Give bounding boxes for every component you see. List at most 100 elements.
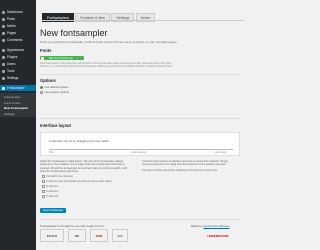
sidebar-item-label: Fontsampler <box>7 86 25 90</box>
layout-preview-text: Customize the UI by dragging the input f… <box>49 139 110 143</box>
footer-credit: Made by Underscore Bureau <box>191 224 229 228</box>
admin-sidebar: Dashboard Posts Media Pages Comments App… <box>0 0 36 250</box>
font-select-label: Mercury Text Roman <box>49 56 73 60</box>
help-line: move any element in the drag and drop st… <box>142 163 227 167</box>
comments-icon <box>2 38 5 42</box>
checkbox-label: 2 columns (the input fields are placed n… <box>46 180 112 183</box>
sidebar-item-comments[interactable]: Comments <box>0 37 36 43</box>
radio-default-options[interactable]: Use default options <box>40 85 68 89</box>
footer-support-text: Fontsampler is brought to you with suppo… <box>40 224 105 228</box>
slider-track[interactable] <box>49 149 233 150</box>
tab-notes[interactable]: Notes <box>135 13 156 22</box>
sidebar-item-label: Dashboard <box>7 10 23 14</box>
layout-option[interactable]: 4 columns <box>42 190 58 193</box>
sidebar-item-posts[interactable]: Posts <box>0 16 36 22</box>
sidebar-item-label: Posts <box>7 17 15 21</box>
tab-bar: Fontsamplers Fontsets & files Settings N… <box>42 13 157 22</box>
posts-icon <box>2 17 5 21</box>
tab-divider <box>42 20 244 21</box>
sidebar-item-pages[interactable]: Pages <box>0 30 36 36</box>
sidebar-item-label: Users <box>7 62 16 66</box>
sponsor-logo[interactable]: RK <box>68 229 86 242</box>
submenu-item-settings[interactable]: Settings <box>4 112 15 116</box>
sidebar-item-label: Pages <box>7 31 17 35</box>
checkbox[interactable] <box>42 195 45 198</box>
layout-option[interactable]: Full width (no columns) <box>42 175 73 178</box>
slider-label-size: Size <box>49 151 54 154</box>
sidebar-item-tools[interactable]: Tools <box>0 68 36 74</box>
radio-button[interactable] <box>40 90 43 94</box>
radio-button[interactable] <box>40 85 43 89</box>
logo-text: xxx <box>117 233 123 238</box>
radio-custom-options[interactable]: Use custom options <box>40 90 69 94</box>
plugins-icon <box>2 55 5 59</box>
logo-text: OCN <box>95 233 103 238</box>
dashboard-icon <box>2 10 5 14</box>
pages-icon <box>2 31 5 35</box>
logo-text: PAULO <box>46 233 58 238</box>
sidebar-item-plugins[interactable]: Plugins <box>0 54 36 60</box>
sponsor-logo[interactable]: xxx <box>112 229 128 242</box>
sidebar-item-media[interactable]: Media <box>0 23 36 29</box>
appearance-icon <box>2 48 5 52</box>
main-content: Fontsamplers Fontsets & files Settings N… <box>36 0 250 250</box>
sidebar-item-label: Media <box>7 24 16 28</box>
footer-credit-prefix: Made by <box>191 224 204 228</box>
radio-label: Use default options <box>44 85 69 89</box>
layout-option[interactable]: 5 columns <box>42 195 58 198</box>
fonts-notice: Fonts are listed in the order they will … <box>40 62 240 70</box>
interface-layout-heading: Interface layout <box>40 123 71 128</box>
layout-description: Select the fontsampler's initial layout.… <box>40 160 136 174</box>
layout-preview[interactable]: Customize the UI by dragging the input f… <box>40 132 240 156</box>
underscore-logo[interactable]: UNDERSCORE <box>194 229 242 242</box>
checkbox-label: Full width (no columns) <box>46 175 73 178</box>
tab-settings[interactable]: Settings <box>111 13 135 22</box>
page-title: New fontsampler <box>40 28 108 38</box>
sponsor-logo[interactable]: OCN <box>90 229 108 242</box>
checkbox-label: 5 columns <box>46 195 59 198</box>
submenu-item-fonts-files[interactable]: Fonts & files <box>4 101 21 105</box>
checkbox[interactable] <box>42 175 45 178</box>
fonts-heading: Fonts <box>40 48 52 53</box>
submenu-item-new-fontsampler[interactable]: New fontsampler <box>4 106 28 110</box>
radio-label: Use custom options <box>44 90 70 94</box>
sidebar-item-dashboard[interactable]: Dashboard <box>0 9 36 15</box>
divider <box>40 219 240 220</box>
sidebar-item-label: Appearance <box>7 48 25 52</box>
sponsor-logo[interactable]: PAULO <box>40 229 64 242</box>
tab-fontsets-files[interactable]: Fontsets & files <box>75 13 110 22</box>
layout-option[interactable]: 2 columns (the input fields are placed n… <box>42 180 112 183</box>
checkbox[interactable] <box>42 180 45 183</box>
checkbox[interactable] <box>42 185 45 188</box>
sidebar-item-fontsampler[interactable]: Fontsampler <box>0 85 36 91</box>
checkbox[interactable] <box>42 190 45 193</box>
sidebar-item-label: Tools <box>7 69 15 73</box>
divider <box>40 118 240 119</box>
checkbox-label: 3 columns <box>46 185 59 188</box>
users-icon <box>2 62 5 66</box>
fonts-notice-line: Click on + to add another font to this f… <box>40 65 173 69</box>
save-fontsampler-button[interactable]: Save fontsampler <box>40 208 66 213</box>
sidebar-item-appearance[interactable]: Appearance <box>0 47 36 53</box>
checkmark-icon <box>41 56 44 60</box>
footer-credit-link[interactable]: Underscore Bureau <box>203 224 229 228</box>
layout-option[interactable]: 3 columns <box>42 185 58 188</box>
sidebar-item-label: Plugins <box>7 55 18 59</box>
sidebar-item-settings[interactable]: Settings <box>0 75 36 81</box>
sidebar-item-label: Settings <box>7 76 19 80</box>
media-icon <box>2 24 5 28</box>
submenu-item-fontsampler[interactable]: Fontsampler <box>4 95 21 99</box>
checkbox-label: 4 columns <box>46 190 59 193</box>
sidebar-item-label: Comments <box>7 38 23 42</box>
tools-icon <box>2 69 5 73</box>
divider <box>40 74 240 75</box>
slider-label-line-height: Line height <box>215 151 227 154</box>
fontsampler-submenu: Fontsampler Fonts & files New fontsample… <box>0 93 36 117</box>
logo-text: RK <box>74 233 80 238</box>
help-line: The layout will be responsive adapting t… <box>142 168 218 172</box>
slider-label-letter-spacing: Letter spacing <box>131 151 147 154</box>
desc-line: stack the fontsampler's elements: <box>40 170 79 174</box>
sidebar-item-users[interactable]: Users <box>0 61 36 67</box>
tab-fontsamplers[interactable]: Fontsamplers <box>42 13 74 22</box>
font-select-button[interactable]: Mercury Text Roman <box>40 56 84 60</box>
